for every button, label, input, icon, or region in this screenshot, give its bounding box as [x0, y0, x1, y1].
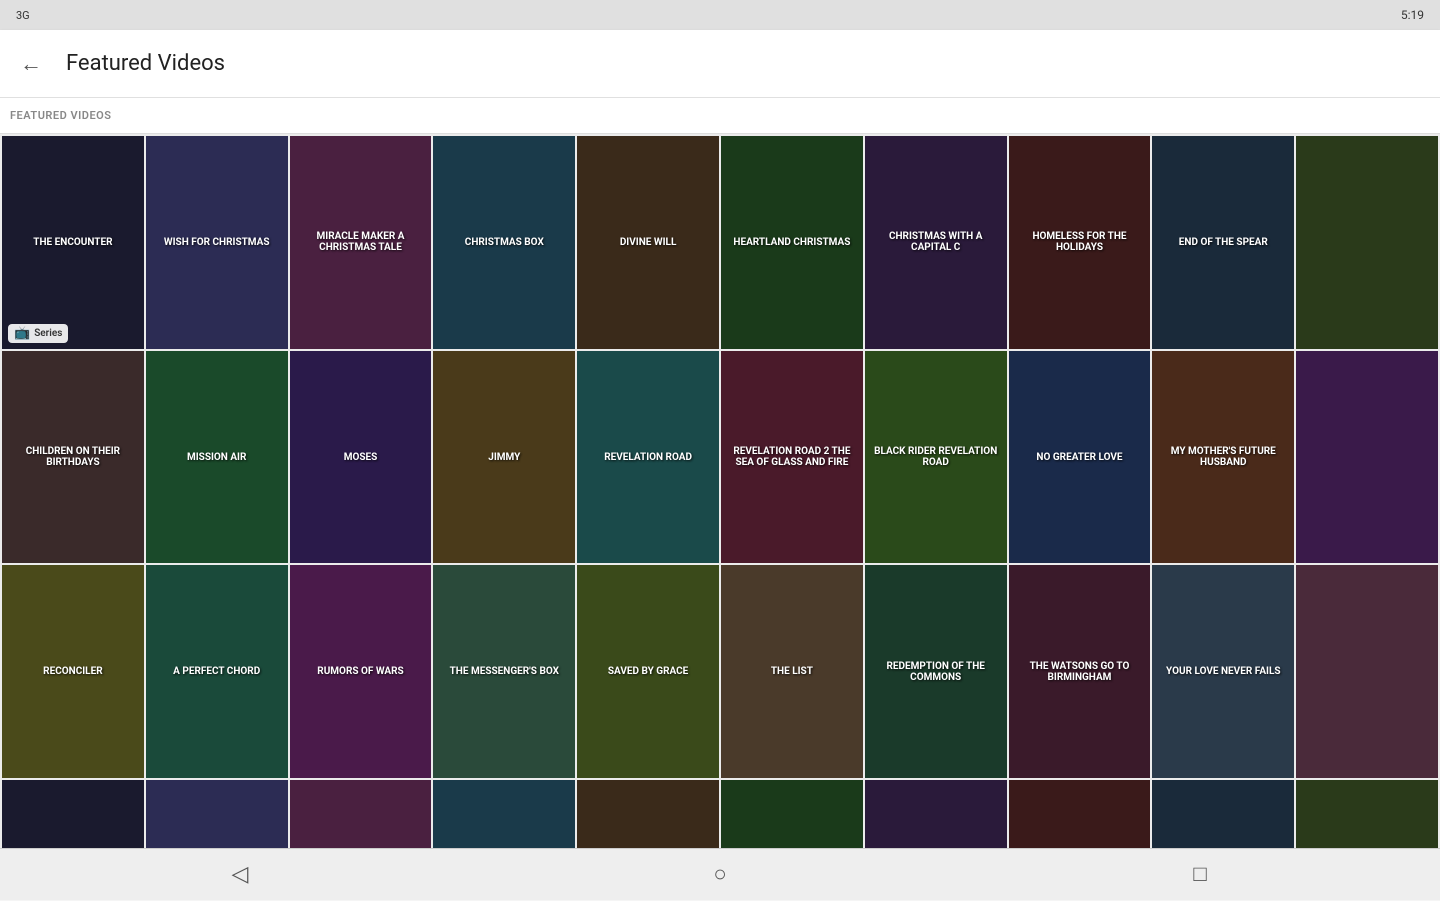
video-poster[interactable]: OCTOBER BABY [2, 780, 144, 848]
video-poster[interactable]: MOSES [290, 351, 432, 564]
video-grid-container[interactable]: THE ENCOUNTER📺 Series WISH FOR CHRISTMASMI… [0, 134, 1440, 848]
back-button[interactable]: ← [20, 51, 42, 77]
video-poster[interactable]: REDEMPTION OF THE COMMONS [865, 565, 1007, 778]
video-poster[interactable]: CHRISTMAS BOX [433, 136, 575, 349]
poster-title: MOSES [290, 351, 432, 564]
page-title: Featured Videos [66, 51, 225, 76]
video-poster[interactable]: MY MOTHER'S FUTURE HUSBAND [1152, 351, 1294, 564]
poster-title: LOVE'S PROMISE [290, 780, 432, 848]
poster-title [433, 780, 575, 848]
poster-title: YOUR LOVE NEVER FAILS [1152, 565, 1294, 778]
video-poster[interactable]: MIRACLE MAKER A CHRISTMAS TALE [290, 136, 432, 349]
status-time: 5:19 [1401, 8, 1424, 22]
poster-title [1009, 780, 1151, 848]
tv-icon: 📺 [14, 326, 30, 341]
poster-title: THE WATSONS GO TO BIRMINGHAM [1009, 565, 1151, 778]
poster-title: OCTOBER BABY [2, 780, 144, 848]
poster-title: HAMLET & HUTCH [865, 780, 1007, 848]
poster-title: RUMORS OF WARS [290, 565, 432, 778]
poster-title [1152, 780, 1294, 848]
poster-title: BLACK RIDER REVELATION ROAD [865, 351, 1007, 564]
video-poster[interactable] [433, 780, 575, 848]
poster-title: END OF THE SPEAR [1152, 136, 1294, 349]
poster-title: MY MOTHER'S FUTURE HUSBAND [1152, 351, 1294, 564]
nav-back-button[interactable]: ◁ [210, 849, 270, 901]
poster-title: RECONCILER [2, 565, 144, 778]
poster-title [146, 780, 288, 848]
poster-title: MISSION AIR [146, 351, 288, 564]
video-poster[interactable] [1009, 780, 1151, 848]
video-poster[interactable] [1296, 565, 1438, 778]
poster-title: HOMELESS FOR THE HOLIDAYS [1009, 136, 1151, 349]
video-grid: THE ENCOUNTER📺 Series WISH FOR CHRISTMASMI… [2, 136, 1438, 848]
poster-title: A PERFECT CHORD [146, 565, 288, 778]
video-poster[interactable] [1296, 780, 1438, 848]
poster-title: CHRISTMAS BOX [433, 136, 575, 349]
video-poster[interactable]: RUMORS OF WARS [290, 565, 432, 778]
poster-title: THE ENCOUNTER [2, 136, 144, 349]
poster-title: DIVINE WILL [577, 136, 719, 349]
video-poster[interactable] [1296, 136, 1438, 349]
poster-title [1296, 780, 1438, 848]
video-poster[interactable]: END OF THE SPEAR [1152, 136, 1294, 349]
video-poster[interactable]: LOVE'S PROMISE [290, 780, 432, 848]
bottom-navigation: ◁ ○ □ [0, 848, 1440, 900]
video-poster[interactable]: YOUR LOVE NEVER FAILS [1152, 565, 1294, 778]
poster-title: REVELATION ROAD [577, 351, 719, 564]
video-poster[interactable]: SEEKER & FETCH [721, 780, 863, 848]
status-signal: 3G [16, 9, 30, 22]
video-poster[interactable]: JIMMY [433, 351, 575, 564]
poster-title: HEARTLAND CHRISTMAS [721, 136, 863, 349]
video-poster[interactable] [1152, 780, 1294, 848]
video-poster[interactable]: THE MESSENGER'S BOX [433, 565, 575, 778]
poster-title: REDEMPTION OF THE COMMONS [865, 565, 1007, 778]
video-poster[interactable]: CHILDREN ON THEIR BIRTHDAYS [2, 351, 144, 564]
video-poster[interactable]: REVELATION ROAD [577, 351, 719, 564]
poster-title: CHILDREN ON THEIR BIRTHDAYS [2, 351, 144, 564]
series-label: Series [34, 328, 62, 339]
poster-title: REVELATION ROAD 2 THE SEA OF GLASS AND F… [721, 351, 863, 564]
video-poster[interactable]: DIVINE WILL [577, 136, 719, 349]
nav-recent-button[interactable]: □ [1170, 849, 1230, 901]
video-poster[interactable] [146, 780, 288, 848]
poster-title: THE LIST [721, 565, 863, 778]
poster-title: SAVED BY GRACE [577, 565, 719, 778]
video-poster[interactable]: THE WATSONS GO TO BIRMINGHAM [1009, 565, 1151, 778]
poster-title: WISH FOR CHRISTMAS [146, 136, 288, 349]
video-poster[interactable]: THE ENCOUNTER📺 Series [2, 136, 144, 349]
video-poster[interactable]: MISSION AIR [146, 351, 288, 564]
video-poster[interactable]: HEARTLAND CHRISTMAS [721, 136, 863, 349]
video-poster[interactable] [577, 780, 719, 848]
poster-title: THE MESSENGER'S BOX [433, 565, 575, 778]
poster-title: SEEKER & FETCH [721, 780, 863, 848]
video-poster[interactable]: THE LIST [721, 565, 863, 778]
video-poster[interactable]: WISH FOR CHRISTMAS [146, 136, 288, 349]
poster-title: JIMMY [433, 351, 575, 564]
video-poster[interactable]: A PERFECT CHORD [146, 565, 288, 778]
video-poster[interactable]: NO GREATER LOVE [1009, 351, 1151, 564]
poster-title: NO GREATER LOVE [1009, 351, 1151, 564]
poster-title [577, 780, 719, 848]
poster-title: CHRISTMAS WITH A CAPITAL C [865, 136, 1007, 349]
series-badge: 📺 Series [8, 324, 68, 343]
poster-title [1296, 565, 1438, 778]
video-poster[interactable]: CHRISTMAS WITH A CAPITAL C [865, 136, 1007, 349]
poster-title: MIRACLE MAKER A CHRISTMAS TALE [290, 136, 432, 349]
video-poster[interactable]: RECONCILER [2, 565, 144, 778]
video-poster[interactable]: SAVED BY GRACE [577, 565, 719, 778]
video-poster[interactable]: REVELATION ROAD 2 THE SEA OF GLASS AND F… [721, 351, 863, 564]
video-poster[interactable]: HOMELESS FOR THE HOLIDAYS [1009, 136, 1151, 349]
section-label: FEATURED VIDEOS [10, 109, 111, 122]
poster-title [1296, 136, 1438, 349]
video-poster[interactable] [1296, 351, 1438, 564]
section-header: FEATURED VIDEOS [0, 98, 1440, 134]
video-poster[interactable]: BLACK RIDER REVELATION ROAD [865, 351, 1007, 564]
poster-title [1296, 351, 1438, 564]
video-poster[interactable]: HAMLET & HUTCH [865, 780, 1007, 848]
app-bar: ← Featured Videos [0, 30, 1440, 98]
status-bar: 3G 5:19 [0, 0, 1440, 30]
nav-home-button[interactable]: ○ [690, 849, 750, 901]
